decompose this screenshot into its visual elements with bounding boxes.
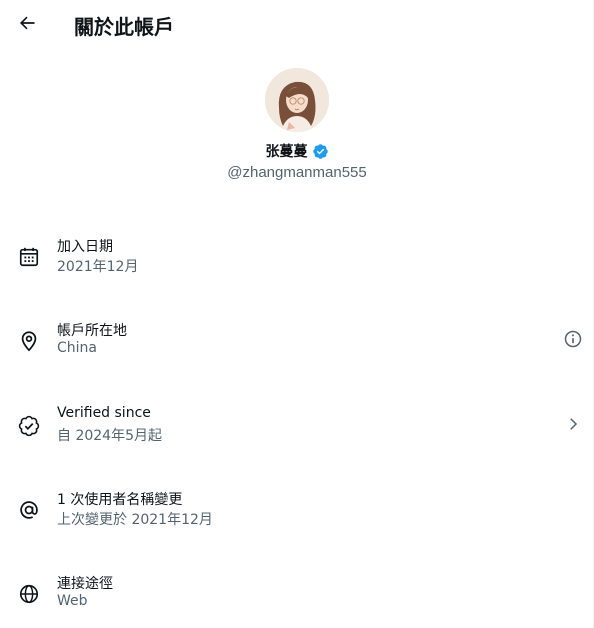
about-account-page: 關於此帳戶 张蔓蔓 @zhangmanman555 加入日期 2021年12月 … (0, 0, 594, 628)
info-icon (564, 330, 582, 348)
joined-date-value: 2021年12月 (57, 259, 139, 275)
joined-date-label: 加入日期 (57, 239, 113, 255)
joined-date-row: 加入日期 2021年12月 (0, 236, 594, 296)
account-location-label: 帳戶所在地 (57, 323, 127, 339)
verified-since-row[interactable]: Verified since 自 2024年5月起 (0, 405, 594, 465)
verified-since-chevron[interactable] (562, 413, 584, 435)
avatar[interactable] (265, 68, 329, 132)
at-sign-icon (18, 499, 40, 521)
username-changes-label: 1 次使用者名稱變更 (57, 492, 183, 508)
verified-since-label: Verified since (57, 405, 151, 421)
profile-summary: 张蔓蔓 @zhangmanman555 (0, 68, 594, 181)
location-pin-icon (18, 330, 40, 352)
account-location-row: 帳戶所在地 China (0, 320, 594, 380)
back-button[interactable] (12, 8, 42, 38)
header: 關於此帳戶 (0, 0, 594, 46)
globe-icon (18, 583, 40, 605)
page-title: 關於此帳戶 (74, 15, 174, 39)
verified-badge-icon (312, 143, 328, 159)
verified-check-icon (18, 415, 40, 437)
calendar-icon (18, 246, 40, 268)
display-name: 张蔓蔓 (265, 144, 308, 160)
connected-via-label: 連接途徑 (57, 576, 113, 592)
connected-via-row: 連接途徑 Web (0, 573, 594, 628)
location-info-button[interactable] (562, 328, 584, 350)
username-changes-row: 1 次使用者名稱變更 上次變更於 2021年12月 (0, 489, 594, 549)
verified-since-value: 自 2024年5月起 (57, 428, 162, 444)
username-changes-value: 上次變更於 2021年12月 (57, 512, 213, 528)
avatar-illustration (265, 68, 329, 132)
display-name-row: 张蔓蔓 (266, 141, 329, 161)
user-handle[interactable]: @zhangmanman555 (227, 164, 366, 181)
chevron-right-icon (570, 418, 578, 430)
arrow-left-icon (19, 16, 35, 30)
account-location-value: China (57, 340, 97, 356)
connected-via-value: Web (57, 593, 88, 609)
